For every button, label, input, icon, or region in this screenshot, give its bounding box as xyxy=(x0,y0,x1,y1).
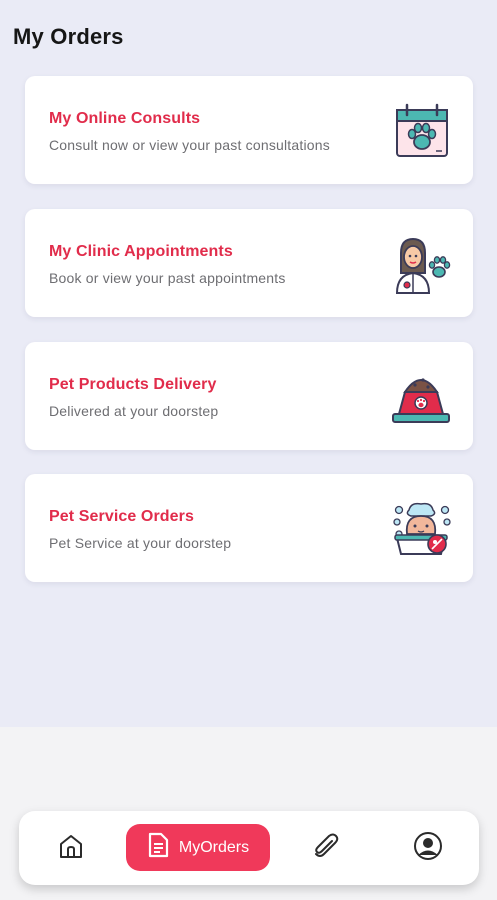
card-subtitle: Book or view your past appointments xyxy=(49,270,286,286)
nav-attachments-button[interactable] xyxy=(311,833,341,863)
card-subtitle: Consult now or view your past consultati… xyxy=(49,137,330,153)
pet-grooming-icon xyxy=(391,500,451,560)
bottom-navigation: MyOrders xyxy=(19,811,479,885)
nav-myorders-button[interactable]: MyOrders xyxy=(126,824,270,871)
pet-food-bowl-icon xyxy=(391,368,451,428)
home-icon xyxy=(57,832,85,865)
card-subtitle: Delivered at your doorstep xyxy=(49,403,219,419)
card-pet-products-delivery[interactable]: Pet Products Delivery Delivered at your … xyxy=(25,342,473,450)
card-pet-service-orders[interactable]: Pet Service Orders Pet Service at your d… xyxy=(25,474,473,582)
nav-profile-button[interactable] xyxy=(413,831,443,866)
nav-myorders-label: MyOrders xyxy=(178,838,250,856)
card-title: Pet Products Delivery xyxy=(49,376,217,393)
card-online-consults[interactable]: My Online Consults Consult now or view y… xyxy=(25,76,473,184)
page-title: My Orders xyxy=(13,24,124,49)
veterinarian-icon xyxy=(391,235,451,295)
paperclip-icon xyxy=(312,832,340,865)
user-circle-icon xyxy=(413,831,443,866)
card-clinic-appointments[interactable]: My Clinic Appointments Book or view your… xyxy=(25,209,473,317)
card-subtitle: Pet Service at your doorstep xyxy=(49,535,232,551)
card-title: Pet Service Orders xyxy=(49,508,194,525)
calendar-paw-icon xyxy=(391,102,451,162)
card-title: My Online Consults xyxy=(49,110,201,127)
card-title: My Clinic Appointments xyxy=(49,243,233,260)
nav-home-button[interactable] xyxy=(56,833,86,863)
document-icon xyxy=(147,832,169,863)
